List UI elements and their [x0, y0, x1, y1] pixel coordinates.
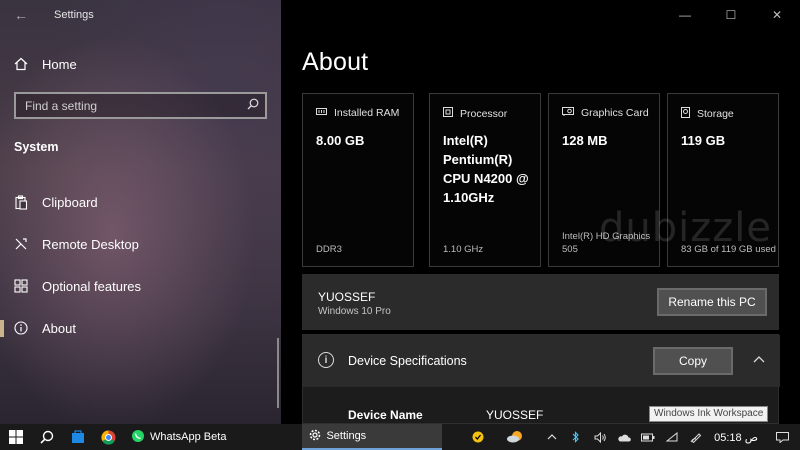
processor-card: Processor Intel(R) Pentium(R) CPU N4200 …: [429, 93, 541, 267]
sidebar-scrollbar[interactable]: [277, 338, 279, 408]
system-tray: 05:18 ص: [466, 424, 800, 450]
card-detail: DDR3: [316, 244, 342, 255]
back-button[interactable]: ←: [0, 0, 42, 30]
card-label: Storage: [697, 108, 734, 120]
sidebar-item-label: About: [42, 320, 76, 336]
device-specifications-panel: i Device Specifications Copy Device Name…: [302, 334, 780, 424]
tooltip: Windows Ink Workspace: [649, 406, 769, 422]
spec-value-device-name: YUOSSEF: [486, 408, 544, 422]
processor-icon: [443, 107, 453, 120]
store-icon[interactable]: [62, 424, 93, 450]
card-label: Graphics Card: [581, 107, 649, 119]
search-input[interactable]: [25, 98, 247, 113]
taskbar-app-label: WhatsApp Beta: [150, 431, 227, 443]
close-button[interactable]: ✕: [754, 0, 800, 30]
sidebar-item-about[interactable]: About: [0, 313, 281, 343]
weather-icon[interactable]: [490, 424, 540, 450]
card-value: 119 GB: [681, 133, 726, 148]
card-value: 8.00 GB: [316, 133, 365, 148]
chevron-up-icon[interactable]: [540, 424, 564, 450]
clock[interactable]: 05:18 ص: [708, 431, 764, 444]
window-controls: — ☐ ✕: [662, 0, 800, 30]
info-icon: [0, 321, 42, 335]
sidebar-item-clipboard[interactable]: Clipboard: [0, 187, 281, 217]
windows-edition: Windows 10 Pro: [318, 306, 391, 317]
whatsapp-icon: [131, 429, 145, 446]
sidebar-item-label: Remote Desktop: [42, 236, 139, 252]
card-label: Installed RAM: [334, 107, 400, 119]
bluetooth-icon[interactable]: [564, 424, 588, 450]
device-specifications-header[interactable]: i Device Specifications Copy: [303, 335, 780, 387]
main-content: — ☐ ✕ About Installed RAM 8.00 GB DDR3 P…: [281, 0, 800, 424]
taskbar-app-label: Settings: [326, 430, 367, 442]
card-label: Processor: [460, 107, 508, 120]
card-value: Intel(R) Pentium(R) CPU N4200 @ 1.10GHz: [443, 133, 529, 205]
clock-ampm: ص: [744, 431, 758, 444]
card-detail: 1.10 GHz: [443, 244, 484, 255]
gear-icon: [309, 429, 321, 444]
clipboard-icon: [0, 194, 42, 210]
ram-icon: [316, 107, 327, 119]
pen-workspace-icon[interactable]: [684, 424, 708, 450]
maximize-button[interactable]: ☐: [708, 0, 754, 30]
optional-features-icon: [0, 279, 42, 293]
volume-icon[interactable]: [588, 424, 612, 450]
watermark-logo: dubizzle: [599, 205, 772, 251]
sidebar-item-label: Home: [42, 56, 77, 72]
sidebar-item-label: Optional features: [42, 278, 142, 294]
taskbar: WhatsApp Beta Settings 05:18 ص: [0, 424, 800, 450]
taskbar-app-whatsapp[interactable]: WhatsApp Beta: [124, 424, 233, 450]
windows-start-icon[interactable]: [0, 424, 31, 450]
card-header: Processor: [443, 107, 507, 120]
sidebar-item-label: Clipboard: [42, 194, 98, 210]
device-specifications-title: Device Specifications: [348, 354, 467, 368]
sidebar-section-title: System: [14, 140, 59, 154]
card-header: Graphics Card: [562, 107, 649, 119]
search-box[interactable]: [14, 92, 267, 119]
page-title: About: [302, 48, 369, 76]
onedrive-icon[interactable]: [612, 424, 636, 450]
wifi-icon[interactable]: [660, 424, 684, 450]
sidebar-item-optional-features[interactable]: Optional features: [0, 271, 281, 301]
pc-name-panel: YUOSSEF Windows 10 Pro Rename this PC: [302, 274, 779, 330]
chrome-icon[interactable]: [93, 424, 124, 450]
settings-sidebar: ← Settings Home System Clipboard Remote …: [0, 0, 281, 424]
spec-key-device-name: Device Name: [348, 408, 423, 422]
storage-icon: [681, 107, 690, 121]
window-title: Settings: [54, 9, 94, 21]
chevron-up-icon[interactable]: [749, 349, 769, 369]
card-header: Storage: [681, 107, 734, 121]
home-icon: [0, 57, 42, 71]
card-value: 128 MB: [562, 133, 608, 148]
graphics-card-icon: [562, 107, 574, 119]
rename-pc-button[interactable]: Rename this PC: [657, 288, 767, 316]
titlebar-left: ← Settings: [0, 0, 281, 30]
search-icon[interactable]: [31, 424, 62, 450]
notification-icon[interactable]: [764, 424, 800, 450]
minimize-button[interactable]: —: [662, 0, 708, 30]
battery-icon[interactable]: [636, 424, 660, 450]
copy-button[interactable]: Copy: [653, 347, 733, 375]
clock-time: 05:18: [714, 431, 742, 444]
pc-name: YUOSSEF: [318, 290, 376, 304]
norton-icon[interactable]: [466, 424, 490, 450]
ram-card: Installed RAM 8.00 GB DDR3: [302, 93, 414, 267]
sidebar-item-remote-desktop[interactable]: Remote Desktop: [0, 229, 281, 259]
taskbar-app-settings[interactable]: Settings: [302, 424, 443, 450]
sidebar-item-home[interactable]: Home: [0, 50, 281, 78]
search-icon[interactable]: [247, 97, 259, 115]
remote-desktop-icon: [0, 237, 42, 251]
card-header: Installed RAM: [316, 107, 399, 119]
info-icon: i: [318, 352, 334, 368]
